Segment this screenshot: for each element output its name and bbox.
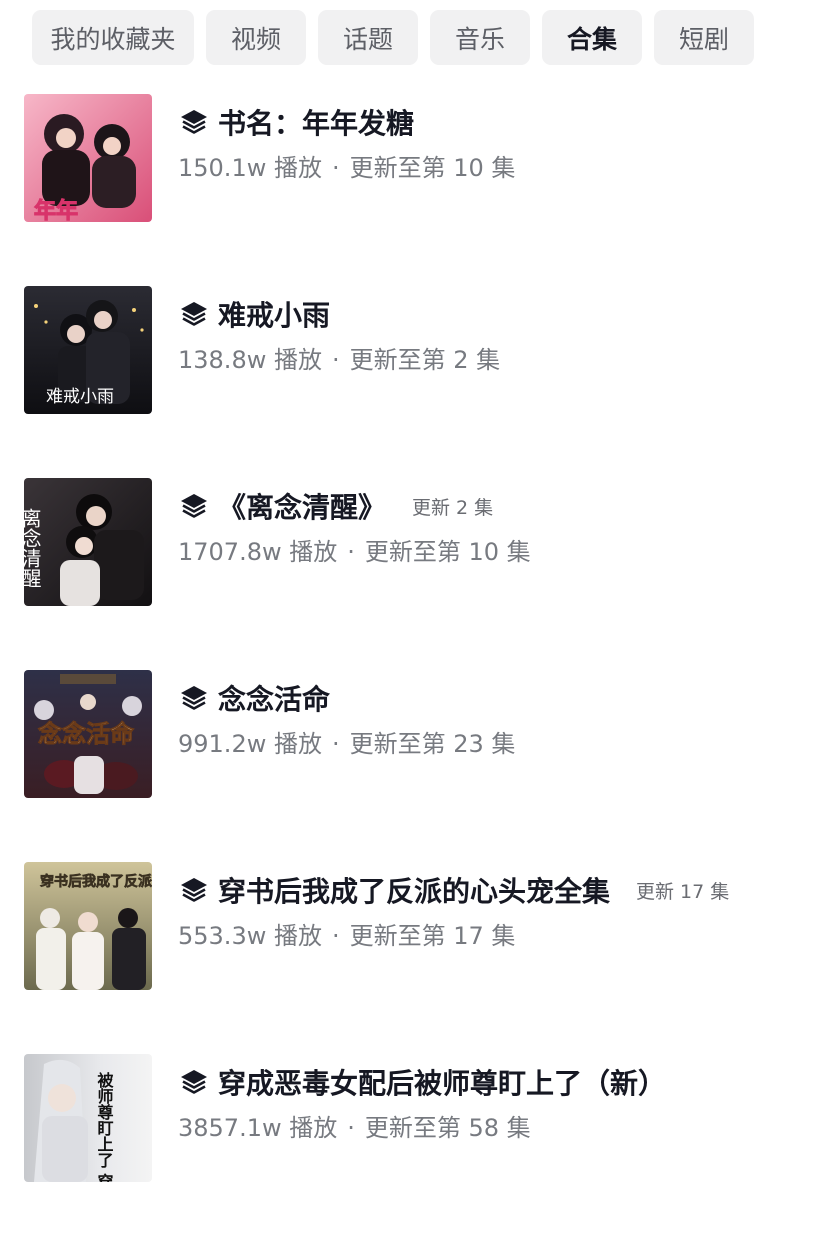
collection-meta: 138.8w 播放 · 更新至第 2 集 [178,340,500,375]
cover-title: 穿书后我成了反派的心头宠 [40,873,152,890]
cover-title: 念念活命 [38,719,135,748]
cover-image[interactable]: 离念清醒 [24,478,152,606]
play-count: 138.8w 播放 [178,346,322,374]
list-item[interactable]: 念念活命 念念活命 991.2w 播放 · 更新至第 23 集 [24,670,814,798]
tab-short-dramas[interactable]: 短剧 [654,10,754,65]
collection-meta: 3857.1w 播放 · 更新至第 58 集 [178,1108,666,1143]
update-badge: 更新 17 集 [636,880,730,903]
play-count: 1707.8w 播放 [178,538,338,566]
tab-topics[interactable]: 话题 [318,10,418,65]
cover-image[interactable]: 年年 [24,94,152,222]
update-badge: 更新 2 集 [412,496,494,519]
tab-music[interactable]: 音乐 [430,10,530,65]
meta-separator: · [331,730,340,758]
stack-layers-icon [181,878,207,902]
list-item[interactable]: 穿书后我成了反派的心头宠 穿书后我成了反派的心头宠全集 更新 17 集 553.… [24,862,814,990]
collection-title[interactable]: 穿成恶毒女配后被师尊盯上了（新） [218,1062,666,1102]
episode-progress: 更新至第 23 集 [349,730,516,758]
list-item[interactable]: 离念清醒 《离念清醒》 更新 2 集 1707.8w 播放 · 更新至第 10 集 [24,478,814,606]
tab-favorites-folder[interactable]: 我的收藏夹 [32,10,194,65]
cover-title: 被师尊盯上了 穿成恶毒女配 [95,1071,114,1182]
list-item[interactable]: 被师尊盯上了 穿成恶毒女配 穿成恶毒女配后被师尊盯上了（新） 3857.1w 播… [24,1054,814,1182]
category-tabs: 我的收藏夹 视频 话题 音乐 合集 短剧 [32,10,754,65]
list-item[interactable]: 难戒小雨 难戒小雨 138.8w 播放 · 更新至第 2 集 [24,286,814,414]
meta-separator: · [331,346,340,374]
stack-layers-icon [181,1070,207,1094]
collection-meta: 553.3w 播放 · 更新至第 17 集 [178,916,729,951]
play-count: 553.3w 播放 [178,922,322,950]
tab-collections[interactable]: 合集 [542,10,642,65]
episode-progress: 更新至第 17 集 [349,922,516,950]
collection-meta: 1707.8w 播放 · 更新至第 10 集 [178,532,531,567]
play-count: 150.1w 播放 [178,154,322,182]
episode-progress: 更新至第 2 集 [349,346,501,374]
play-count: 3857.1w 播放 [178,1114,338,1142]
collection-title[interactable]: 穿书后我成了反派的心头宠全集 [218,870,610,910]
cover-image[interactable]: 穿书后我成了反派的心头宠 [24,862,152,990]
cover-image[interactable]: 被师尊盯上了 穿成恶毒女配 [24,1054,152,1182]
collection-list: 年年 书名：年年发糖 150.1w 播放 · 更新至第 10 集 难戒小雨 难戒… [24,94,814,1246]
cover-image[interactable]: 难戒小雨 [24,286,152,414]
cover-image[interactable]: 念念活命 [24,670,152,798]
cover-title: 年年 [34,198,78,222]
meta-separator: · [331,154,340,182]
meta-separator: · [331,922,340,950]
stack-layers-icon [181,302,207,326]
collection-title[interactable]: 《离念清醒》 [218,486,386,526]
collection-title[interactable]: 念念活命 [218,678,330,718]
episode-progress: 更新至第 10 集 [349,154,516,182]
stack-layers-icon [181,494,207,518]
tab-videos[interactable]: 视频 [206,10,306,65]
collection-title[interactable]: 难戒小雨 [218,294,330,334]
episode-progress: 更新至第 10 集 [364,538,531,566]
meta-separator: · [347,538,355,566]
episode-progress: 更新至第 58 集 [364,1114,531,1142]
stack-layers-icon [181,686,207,710]
collection-meta: 991.2w 播放 · 更新至第 23 集 [178,724,515,759]
list-item[interactable]: 年年 书名：年年发糖 150.1w 播放 · 更新至第 10 集 [24,94,814,222]
play-count: 991.2w 播放 [178,730,322,758]
cover-title: 离念清醒 [24,508,42,588]
meta-separator: · [347,1114,355,1142]
stack-layers-icon [181,110,207,134]
cover-title: 难戒小雨 [46,387,114,407]
collection-meta: 150.1w 播放 · 更新至第 10 集 [178,148,515,183]
collection-title[interactable]: 书名：年年发糖 [218,102,414,142]
